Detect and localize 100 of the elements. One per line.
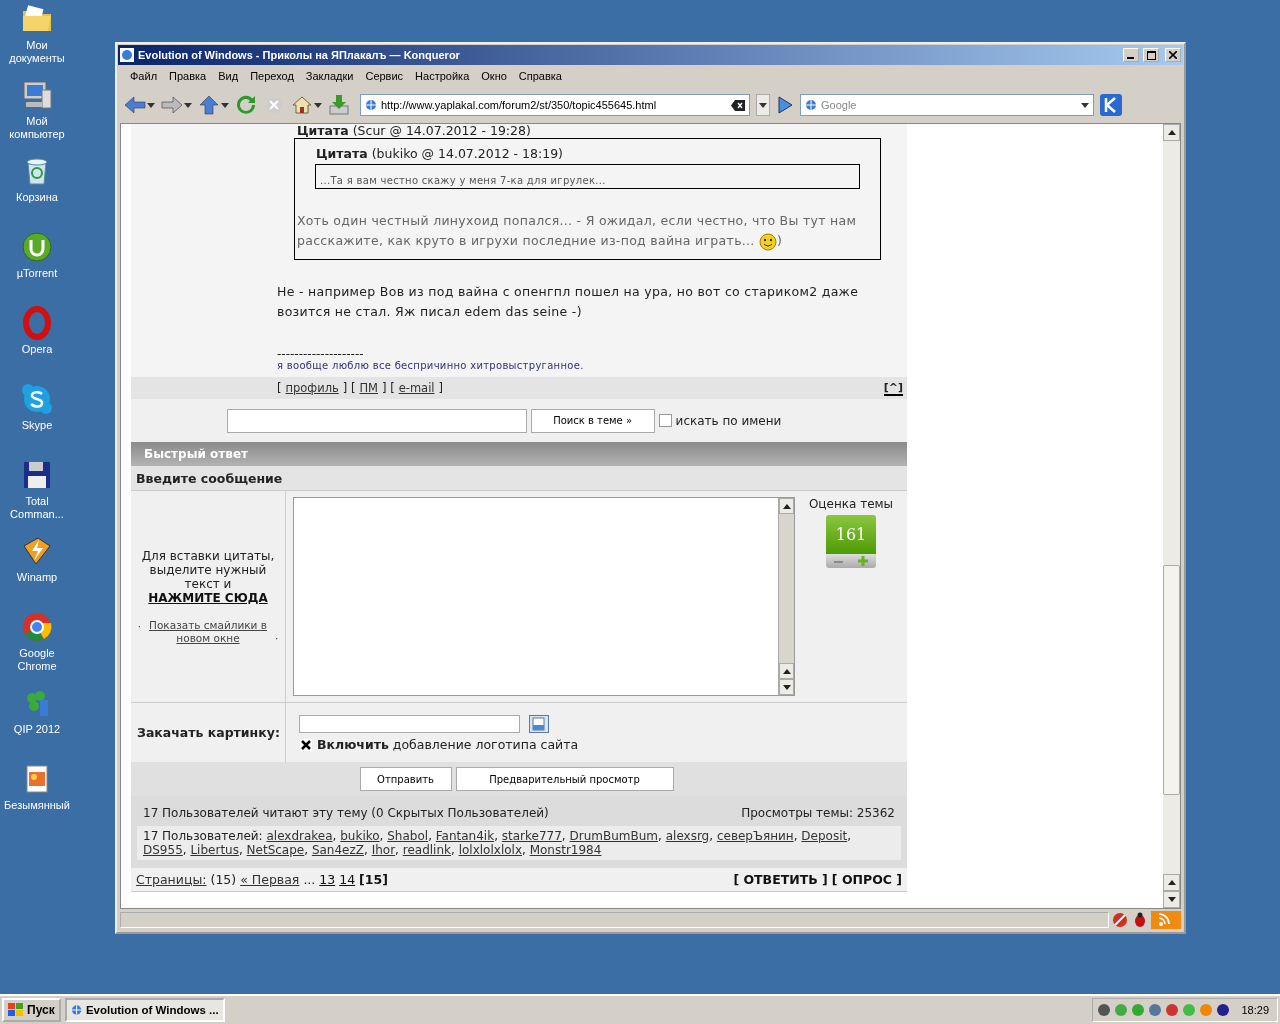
message-field[interactable]: [293, 497, 795, 696]
separator-text: ,: [238, 843, 243, 857]
desktop-icon[interactable]: Skype: [0, 380, 74, 456]
desktop-icon[interactable]: Мои документы: [0, 0, 74, 76]
tray-icon[interactable]: [1097, 1003, 1112, 1017]
first-page-link[interactable]: « Первая: [240, 872, 300, 887]
separator-text: ,: [395, 843, 399, 857]
reload-icon[interactable]: [235, 95, 257, 115]
separator-text: ,: [451, 843, 455, 857]
caret-icon: [314, 102, 322, 108]
profile-link[interactable]: e-mail: [398, 381, 435, 395]
user-link[interactable]: северЪянин: [716, 829, 794, 843]
readers-summary: 17 Пользователей читают эту тему (0 Скрытых Пользователей): [143, 806, 549, 820]
profile-link[interactable]: ПМ: [359, 381, 378, 395]
menu-item[interactable]: Переход: [244, 70, 300, 82]
taskbar-button[interactable]: Evolution of Windows ...: [64, 998, 225, 1022]
submit-button[interactable]: Отправить: [359, 767, 452, 791]
search-input[interactable]: [226, 408, 527, 433]
ellipsis-text: ...: [303, 872, 316, 887]
user-link[interactable]: Libertus: [190, 843, 239, 857]
close-button[interactable]: [1165, 48, 1181, 62]
up-arrow-icon: [1167, 880, 1176, 885]
user-link[interactable]: NetScape: [246, 843, 305, 857]
menu-item[interactable]: Окно: [475, 70, 513, 82]
desktop-icon[interactable]: µTorrent: [0, 228, 74, 304]
user-link[interactable]: lolxlolxlolx: [458, 843, 522, 857]
user-link[interactable]: San4ezZ: [311, 843, 364, 857]
desktop-icon[interactable]: Winamp: [0, 532, 74, 608]
menu-item[interactable]: Файл: [124, 70, 164, 82]
window-title: Evolution of Windows - Приколы на ЯПлакалъ — Konqueror: [138, 49, 461, 61]
profile-link[interactable]: профиль: [285, 381, 339, 395]
section-header: Быстрый ответ: [131, 442, 907, 466]
quote-link[interactable]: НАЖМИТЕ СЮДА: [148, 590, 268, 605]
desktop-icon[interactable]: Корзина: [0, 152, 74, 228]
checkbox[interactable]: [299, 738, 312, 751]
desktop-icon[interactable]: Opera: [0, 304, 74, 380]
page-link[interactable]: 14: [339, 872, 356, 887]
pages-link[interactable]: Страницы:: [136, 872, 207, 887]
user-link[interactable]: DS955: [143, 843, 183, 857]
start-button[interactable]: Пуск: [2, 998, 61, 1022]
go-icon[interactable]: [776, 95, 794, 115]
separator-text: ,: [379, 829, 384, 843]
up-icon[interactable]: [198, 95, 220, 115]
user-link[interactable]: alexsrg: [665, 829, 710, 843]
minimize-button[interactable]: [1123, 48, 1139, 62]
desktop-icon[interactable]: Google Chrome: [0, 608, 74, 684]
menu-item[interactable]: Закладки: [299, 70, 360, 82]
bullet-text: ·: [137, 618, 141, 633]
bracket-text: ]: [438, 381, 444, 395]
file-field[interactable]: [299, 715, 520, 733]
action-link[interactable]: [ ОПРОС ]: [831, 872, 902, 887]
separator-text: ,: [522, 843, 526, 857]
separator-text: ,: [561, 829, 566, 843]
user-link[interactable]: DrumBumBum: [569, 829, 659, 843]
menu-item[interactable]: Вид: [212, 70, 245, 82]
preview-button[interactable]: Предварительный просмотр: [455, 767, 674, 791]
user-link[interactable]: alexdrakea: [266, 829, 333, 843]
smilies-link[interactable]: Показать смайлики в новом окне: [144, 618, 272, 645]
address-field[interactable]: http://www.yaplakal.com/forum2/st/350/topic455645.html: [360, 94, 750, 116]
user-link[interactable]: readlink: [402, 843, 451, 857]
user-link[interactable]: Shabol: [387, 829, 429, 843]
caret-icon: [184, 102, 192, 108]
menu-item[interactable]: Справка: [512, 70, 568, 82]
maximize-button[interactable]: [1143, 48, 1159, 62]
home-icon[interactable]: [291, 95, 313, 115]
caret-icon: [221, 102, 229, 108]
scroll-down-button[interactable]: [779, 679, 794, 695]
menu-item[interactable]: Правка: [163, 70, 213, 82]
browse-icon[interactable]: [529, 715, 549, 733]
user-link[interactable]: Monstr1984: [529, 843, 602, 857]
back-icon[interactable]: [124, 95, 146, 115]
bracket-text: ] [: [382, 381, 395, 395]
quote-header: Цитата (Scur @ 14.07.2012 - 19:28): [296, 124, 532, 138]
desktop-icon[interactable]: Безымянный: [0, 760, 74, 836]
history-dropdown[interactable]: [756, 94, 770, 116]
desktop-icon[interactable]: Total Comman...: [0, 456, 74, 532]
quote-text: Хоть один честный линухоид попался... - Я ожидал, если честно, что Вы тут нам расскажите, как круто в игрухи последние из-под вайна играть... ): [297, 211, 878, 251]
user-link[interactable]: Ihor: [371, 843, 396, 857]
action-link[interactable]: [ ОТВЕТИТЬ ]: [733, 872, 828, 887]
desktop-icon[interactable]: Мой компьютер: [0, 76, 74, 152]
search-button[interactable]: Поиск в теме »: [530, 408, 655, 433]
section-subheader: Введите сообщение: [131, 466, 907, 491]
tray-icon[interactable]: [1216, 1003, 1231, 1017]
scroll-up-button[interactable]: [779, 498, 794, 514]
user-link[interactable]: starke777: [501, 829, 562, 843]
page-link[interactable]: [15]: [359, 872, 388, 887]
menu-item[interactable]: Настройка: [409, 70, 476, 82]
page-link[interactable]: 13: [319, 872, 336, 887]
menu-item[interactable]: Сервис: [359, 70, 410, 82]
search-field[interactable]: Google: [800, 94, 1094, 116]
forward-icon[interactable]: [161, 95, 183, 115]
scroll-thumb[interactable]: [1163, 565, 1180, 795]
download-icon[interactable]: [328, 94, 350, 116]
clear-icon[interactable]: [731, 99, 745, 111]
scroll-up-button[interactable]: [779, 663, 794, 679]
checkbox[interactable]: [658, 414, 672, 427]
desktop-icon[interactable]: QIP 2012: [0, 684, 74, 760]
user-link[interactable]: bukiko: [340, 829, 380, 843]
top-link[interactable]: [^]: [883, 380, 903, 396]
block-icon[interactable]: [1111, 911, 1129, 929]
